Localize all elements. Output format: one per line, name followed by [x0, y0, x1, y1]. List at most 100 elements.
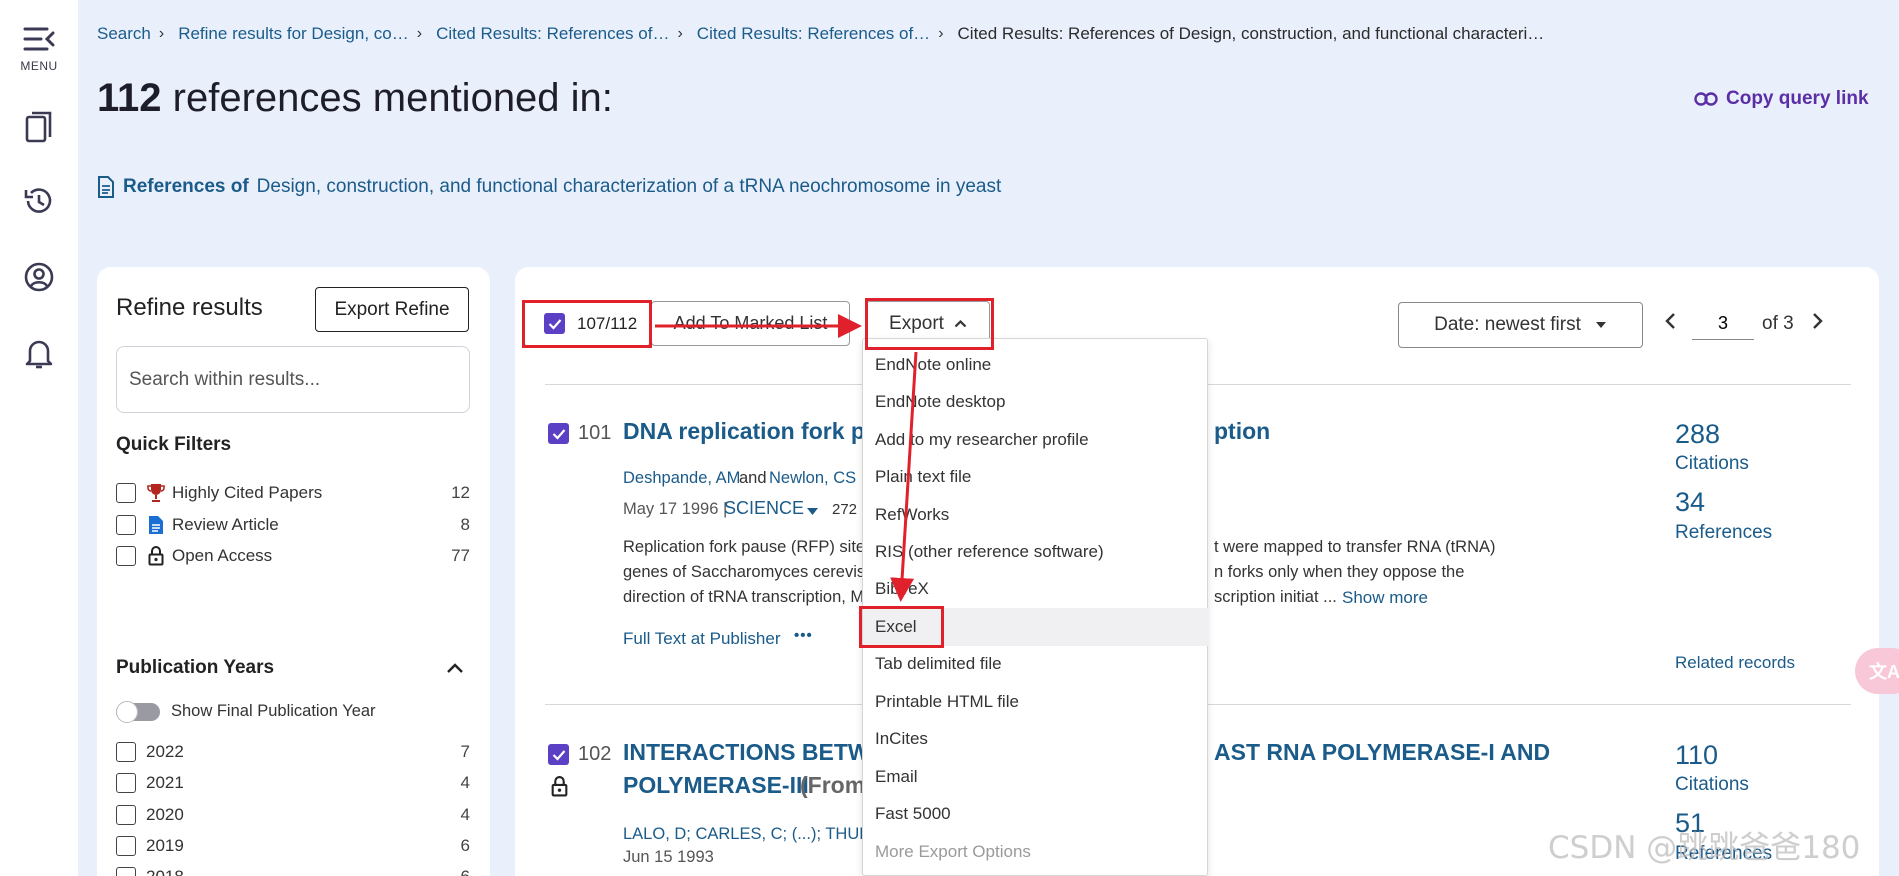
next-page-icon[interactable] [1812, 312, 1824, 336]
translate-icon[interactable]: 文A [1855, 648, 1899, 694]
lock-open-icon [146, 546, 166, 566]
menu-item-ris[interactable]: RIS (other reference software) [875, 542, 1104, 562]
year-label: 2022 [146, 742, 184, 761]
menu-item-plain-text[interactable]: Plain text file [875, 467, 971, 487]
refine-panel: Refine results Export Refine Quick Filte… [97, 267, 490, 876]
authors-line[interactable]: LALO, D; CARLES, C; (...); THURIAU [623, 825, 899, 844]
caret-down-icon[interactable] [807, 503, 818, 521]
filter-year-2021[interactable]: 2021 4 [116, 772, 470, 794]
abstract-line: direction of tRNA transcription, M [623, 588, 865, 606]
export-refine-button[interactable]: Export Refine [315, 287, 469, 332]
references-of-title[interactable]: Design, construction, and functional cha… [257, 176, 1002, 198]
bell-icon[interactable] [20, 334, 58, 372]
record-title-end[interactable]: AST RNA POLYMERASE-I AND [1214, 739, 1550, 766]
record-checkbox[interactable] [548, 744, 569, 765]
year-count: 6 [461, 867, 470, 876]
menu-item-researcher-profile[interactable]: Add to my researcher profile [875, 430, 1089, 450]
filter-count: 12 [451, 483, 470, 502]
references-count[interactable]: 34 [1675, 487, 1705, 518]
sort-select[interactable]: Date: newest first [1398, 302, 1643, 348]
chevron-right-icon: › [416, 25, 423, 42]
checkbox[interactable] [116, 836, 136, 856]
record-title-from: (From [800, 772, 866, 798]
chevron-up-icon[interactable] [446, 661, 464, 679]
full-text-link[interactable]: Full Text at Publisher [623, 629, 780, 649]
record-title-end[interactable]: ption [1214, 418, 1270, 445]
filter-year-2020[interactable]: 2020 4 [116, 804, 470, 826]
menu-item-printable-html[interactable]: Printable HTML file [875, 692, 1019, 712]
filter-year-2018[interactable]: 20186 [116, 866, 470, 876]
checkbox[interactable] [116, 773, 136, 793]
checkbox[interactable] [116, 515, 136, 535]
final-year-toggle-row: Show Final Publication Year [116, 701, 470, 723]
filter-open-access[interactable]: Open Access 77 [116, 545, 470, 567]
filter-highly-cited[interactable]: Highly Cited Papers 12 [116, 482, 470, 504]
checkbox[interactable] [116, 483, 136, 503]
references-of-line: References of Design, construction, and … [97, 176, 1001, 198]
abstract-line: scription initiat ... [1214, 588, 1337, 606]
abstract-line: t were mapped to transfer RNA (tRNA) [1214, 538, 1496, 556]
menu-item-incites[interactable]: InCites [875, 729, 928, 749]
author-link[interactable]: Newlon, CS [769, 469, 856, 488]
copy-query-link[interactable]: Copy query link [1694, 88, 1869, 110]
breadcrumb-current: Cited Results: References of Design, con… [957, 24, 1545, 43]
year-count: 4 [460, 773, 470, 792]
record-date: Jun 15 1993 [623, 848, 714, 866]
author-link[interactable]: Deshpande, AM [623, 469, 740, 488]
left-nav: MENU [0, 0, 78, 876]
checkbox[interactable] [116, 867, 136, 876]
menu-item-endnote-online[interactable]: EndNote online [875, 355, 991, 375]
year-count: 7 [460, 742, 470, 761]
menu-item-endnote-desktop[interactable]: EndNote desktop [875, 392, 1005, 412]
filter-count: 77 [451, 546, 470, 565]
menu-icon[interactable] [20, 20, 58, 58]
references-label: References [1675, 522, 1773, 543]
filter-year-2022[interactable]: 2022 7 [116, 741, 470, 763]
menu-item-bibtex[interactable]: BibTeX [875, 579, 929, 599]
record-number: 102 [578, 743, 612, 765]
checkbox[interactable] [116, 546, 136, 566]
citations-count[interactable]: 288 [1675, 419, 1720, 450]
checkbox[interactable] [116, 805, 136, 825]
show-more-link[interactable]: Show more [1342, 588, 1428, 608]
filter-label: Highly Cited Papers [172, 483, 323, 502]
breadcrumb-cited-1[interactable]: Cited Results: References of… [436, 24, 669, 44]
record-title[interactable]: INTERACTIONS BETWE [623, 739, 885, 766]
record-title-line2[interactable]: POLYMERASE-III [623, 772, 809, 799]
menu-item-tab-delimited[interactable]: Tab delimited file [875, 654, 1002, 674]
breadcrumb: Search › Refine results for Design, co… › … [97, 22, 1544, 46]
menu-item-fast-5000[interactable]: Fast 5000 [875, 804, 951, 824]
chevron-right-icon: › [158, 25, 165, 42]
history-icon[interactable] [20, 182, 58, 220]
authors-and: and [739, 469, 767, 487]
journal-link[interactable]: SCIENCE [724, 498, 804, 519]
citations-count[interactable]: 110 [1675, 740, 1718, 771]
record-title[interactable]: DNA replication fork pa [623, 418, 878, 445]
copy-query-link-label: Copy query link [1726, 88, 1869, 109]
prev-page-icon[interactable] [1664, 312, 1676, 336]
filter-count: 8 [460, 515, 470, 534]
breadcrumb-search[interactable]: Search [97, 24, 151, 44]
menu-item-refworks[interactable]: RefWorks [875, 505, 949, 525]
checkbox[interactable] [116, 742, 136, 762]
marked-list-icon[interactable] [20, 108, 58, 146]
breadcrumb-cited-2[interactable]: Cited Results: References of… [697, 24, 930, 44]
pagination: of 3 [1664, 308, 1824, 340]
toggle-label: Show Final Publication Year [171, 702, 376, 720]
menu-item-email[interactable]: Email [875, 767, 918, 787]
add-to-marked-list-button[interactable]: Add To Marked List [651, 301, 850, 346]
filter-year-2019[interactable]: 2019 6 [116, 835, 470, 857]
document-icon [98, 176, 114, 198]
profile-icon[interactable] [20, 258, 58, 296]
related-records-link[interactable]: Related records [1675, 653, 1795, 673]
citations-label: Citations [1675, 774, 1749, 795]
search-within-input[interactable] [116, 346, 470, 413]
add-to-marked-list-label: Add To Marked List [673, 313, 828, 333]
menu-item-more-export[interactable]: More Export Options [875, 842, 1031, 862]
breadcrumb-refine[interactable]: Refine results for Design, co… [178, 24, 409, 44]
page-number-input[interactable] [1692, 308, 1754, 340]
filter-review-article[interactable]: Review Article 8 [116, 514, 470, 536]
record-checkbox[interactable] [548, 423, 569, 444]
more-options-icon[interactable]: ••• [794, 627, 813, 644]
abstract-line: Replication fork pause (RFP) sites [623, 538, 874, 556]
